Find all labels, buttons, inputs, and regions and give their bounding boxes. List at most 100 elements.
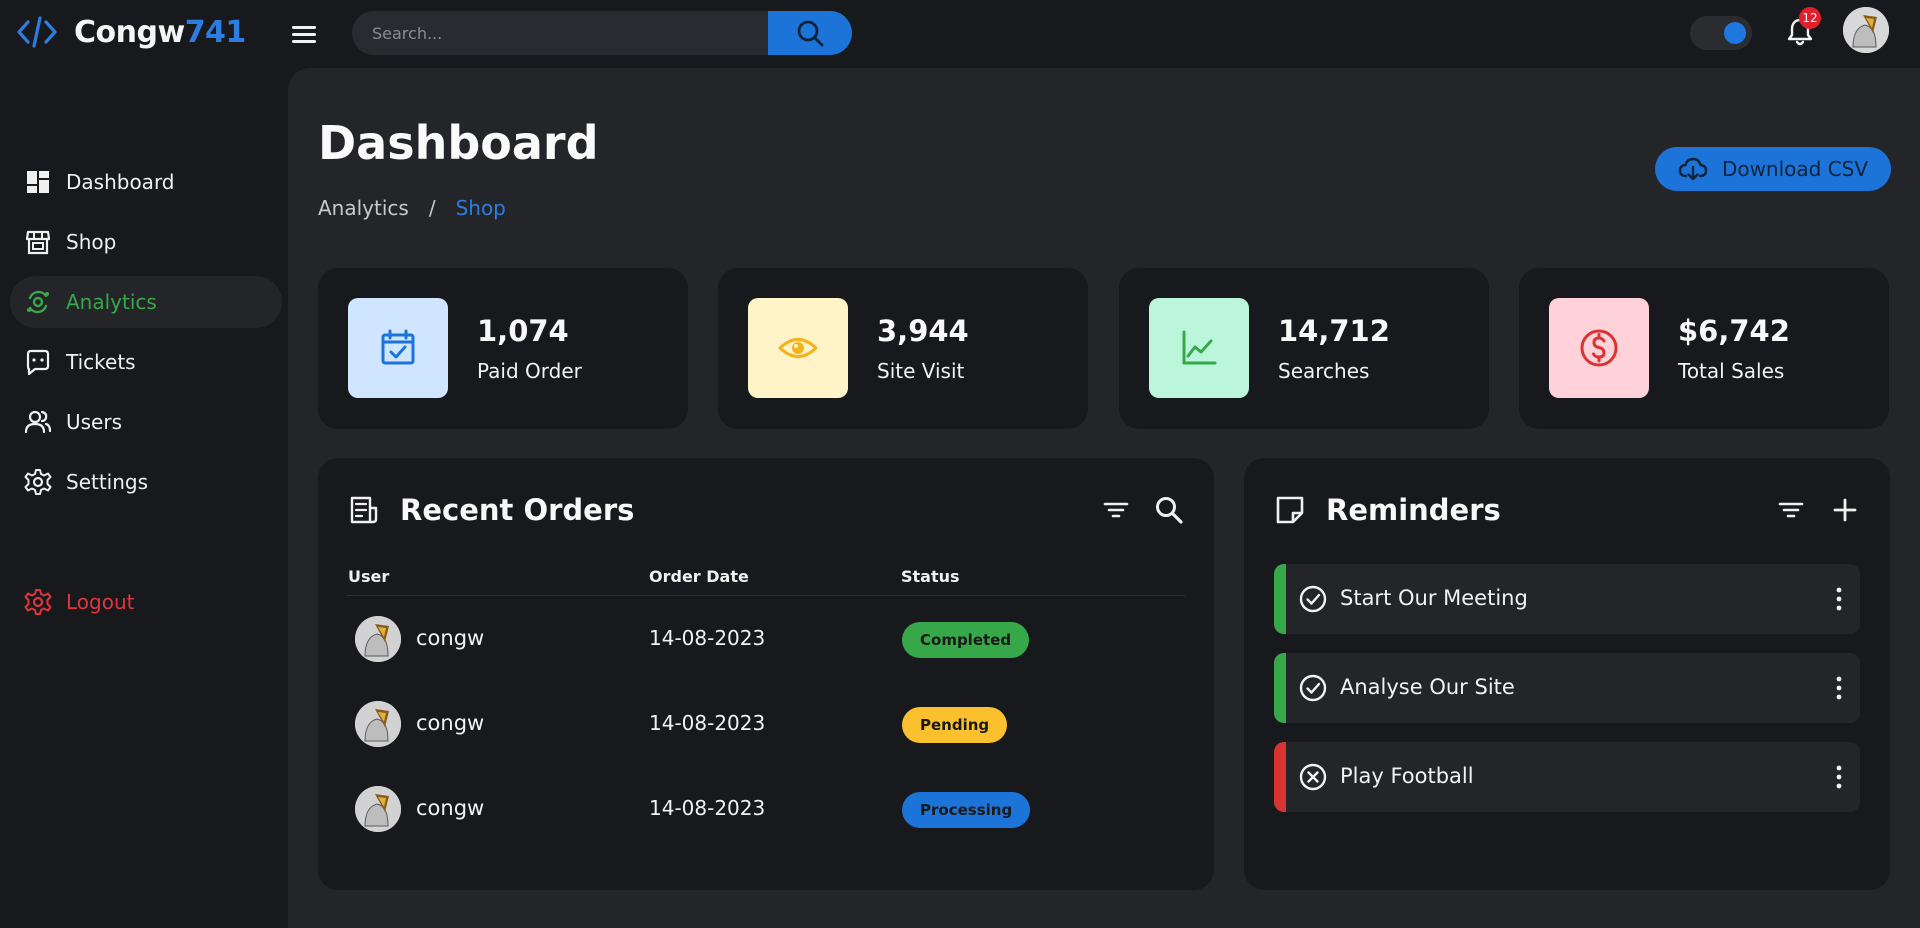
- stat-icon-box: [1549, 298, 1649, 398]
- top-bar: Congw741 12: [0, 0, 1920, 68]
- reminder-more-button[interactable]: [1824, 673, 1854, 703]
- reminders-header: Reminders: [1274, 488, 1501, 532]
- column-header-order-date[interactable]: Order Date: [649, 567, 749, 586]
- code-icon: [17, 16, 57, 48]
- menu-toggle-button[interactable]: [288, 19, 320, 49]
- reminder-status-bar: [1274, 564, 1286, 634]
- search-icon: [797, 20, 824, 47]
- stat-icon-box: [748, 298, 848, 398]
- recent-orders-panel: Recent Orders User Order Date Status con…: [318, 458, 1214, 890]
- table-row[interactable]: congw 14-08-2023 Pending: [318, 681, 1214, 766]
- reminder-more-button[interactable]: [1824, 762, 1854, 792]
- reminder-text: Start Our Meeting: [1340, 586, 1528, 610]
- analytics-icon: [27, 290, 49, 314]
- stat-value: 14,712: [1278, 314, 1390, 348]
- breadcrumb-shop[interactable]: Shop: [456, 196, 506, 220]
- message-icon: [26, 349, 50, 376]
- column-header-status[interactable]: Status: [901, 567, 960, 586]
- table-row[interactable]: congw 14-08-2023 Completed: [318, 596, 1214, 681]
- sidebar-item-tickets[interactable]: Tickets: [10, 336, 282, 388]
- stat-label: Paid Order: [477, 359, 582, 383]
- main-content: Dashboard Analytics / Shop Download CSV …: [288, 68, 1920, 928]
- download-csv-button[interactable]: Download CSV: [1655, 147, 1891, 191]
- reminder-item[interactable]: Play Football: [1274, 742, 1860, 812]
- stat-card-searches: 14,712 Searches: [1119, 268, 1489, 429]
- stat-label: Site Visit: [877, 359, 965, 383]
- notification-count-badge: 12: [1799, 7, 1821, 29]
- sidebar-item-label: Users: [66, 410, 123, 434]
- reminder-item[interactable]: Start Our Meeting: [1274, 564, 1860, 634]
- reminder-text: Play Football: [1340, 764, 1474, 788]
- avatar: [355, 786, 401, 832]
- sidebar-item-dashboard[interactable]: Dashboard: [10, 156, 282, 208]
- stat-card-site-visit: 3,944 Site Visit: [718, 268, 1088, 429]
- stat-icon-box: [1149, 298, 1249, 398]
- status-badge: Completed: [902, 622, 1030, 658]
- sidebar-item-settings[interactable]: Settings: [10, 456, 282, 508]
- download-csv-label: Download CSV: [1721, 157, 1869, 181]
- logout-button[interactable]: Logout: [10, 576, 282, 628]
- cancel-circle-icon[interactable]: [1298, 762, 1328, 792]
- avatar: [355, 701, 401, 747]
- dashboard-icon: [27, 171, 49, 193]
- stat-card-total-sales: $6,742 Total Sales: [1519, 268, 1889, 429]
- add-reminder-button[interactable]: [1828, 493, 1862, 527]
- more-vertical-icon: [1836, 765, 1842, 789]
- order-date: 14-08-2023: [649, 796, 766, 820]
- search-icon: [1156, 497, 1183, 524]
- breadcrumb-analytics[interactable]: Analytics: [318, 196, 409, 220]
- sidebar-item-label: Shop: [66, 230, 117, 254]
- logout-gear-icon: [24, 589, 52, 615]
- check-circle-icon[interactable]: [1298, 584, 1328, 614]
- store-icon: [25, 230, 51, 255]
- panel-title: Reminders: [1326, 493, 1501, 527]
- filter-icon: [1778, 502, 1804, 518]
- recent-orders-header: Recent Orders: [348, 488, 634, 532]
- line-chart-icon: [1182, 330, 1217, 365]
- sidebar-item-analytics[interactable]: Analytics: [10, 276, 282, 328]
- user-avatar[interactable]: [1843, 7, 1889, 53]
- sidebar-item-shop[interactable]: Shop: [10, 216, 282, 268]
- gear-icon: [24, 469, 52, 495]
- search-bar: [352, 11, 852, 55]
- stat-icon-box: [348, 298, 448, 398]
- reminder-status-bar: [1274, 742, 1286, 812]
- sidebar-item-label: Analytics: [66, 290, 157, 314]
- sticky-note-icon: [1276, 496, 1304, 524]
- panel-title: Recent Orders: [400, 493, 635, 527]
- toggle-knob: [1724, 22, 1746, 44]
- avatar: [355, 616, 401, 662]
- order-user: congw: [416, 711, 485, 735]
- avatar-image-icon: [355, 616, 401, 662]
- order-user: congw: [416, 796, 485, 820]
- order-date: 14-08-2023: [649, 711, 766, 735]
- theme-toggle[interactable]: [1690, 16, 1752, 50]
- check-circle-icon[interactable]: [1298, 673, 1328, 703]
- sidebar: Dashboard Shop Analytics Tickets Users S…: [0, 68, 288, 928]
- sidebar-item-users[interactable]: Users: [10, 396, 282, 448]
- brand-logo[interactable]: Congw741: [16, 12, 246, 52]
- orders-filter-button[interactable]: [1099, 493, 1133, 527]
- status-badge: Processing: [902, 792, 1031, 828]
- sidebar-item-label: Dashboard: [66, 170, 175, 194]
- stat-value: $6,742: [1678, 314, 1790, 348]
- reminder-more-button[interactable]: [1824, 584, 1854, 614]
- status-badge: Pending: [902, 707, 1008, 743]
- breadcrumb-separator: /: [428, 196, 436, 220]
- column-header-user[interactable]: User: [348, 567, 389, 586]
- cloud-download-icon: [1678, 157, 1708, 181]
- page-title: Dashboard: [318, 116, 599, 170]
- avatar-image-icon: [355, 701, 401, 747]
- orders-search-button[interactable]: [1152, 493, 1186, 527]
- reminders-filter-button[interactable]: [1774, 493, 1808, 527]
- order-user: congw: [416, 626, 485, 650]
- search-input[interactable]: [352, 11, 768, 55]
- dollar-circle-icon: [1580, 329, 1618, 367]
- search-button[interactable]: [768, 11, 852, 55]
- avatar-image-icon: [355, 786, 401, 832]
- reminder-text: Analyse Our Site: [1340, 675, 1515, 699]
- table-row[interactable]: congw 14-08-2023 Processing: [318, 766, 1214, 851]
- reminder-item[interactable]: Analyse Our Site: [1274, 653, 1860, 723]
- more-vertical-icon: [1836, 676, 1842, 700]
- breadcrumb: Analytics / Shop: [318, 196, 506, 220]
